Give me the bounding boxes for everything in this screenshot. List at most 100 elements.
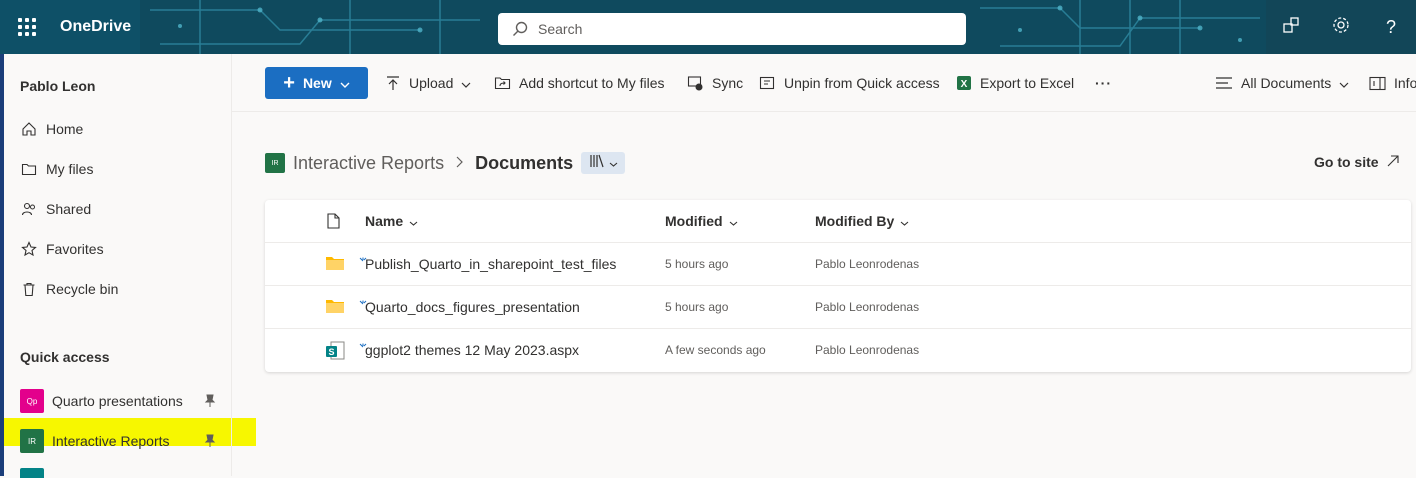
more-actions-button[interactable]: ··· [1095,72,1112,94]
table-row[interactable]: Publish_Quarto_in_sharepoint_test_files … [265,243,1411,286]
app-name[interactable]: OneDrive [60,18,131,36]
nav-item-label: Shared [46,201,92,217]
arrow-up-right-icon [1387,154,1399,170]
column-header-label: Modified By [815,213,895,229]
file-name[interactable]: Publish_Quarto_in_sharepoint_test_files [365,256,616,272]
left-nav: Pablo Leon Home My files Shared Favorite… [4,54,232,478]
trash-icon [20,280,38,298]
star-icon [20,240,38,258]
table-row[interactable]: S ggplot2 themes 12 May 2023.aspx A few … [265,329,1411,372]
quick-access-label: Interactive Reports [52,433,170,449]
modified-by-cell[interactable]: Pablo Leonrodenas [815,300,919,314]
sync-icon [687,75,704,91]
info-button[interactable]: Info [1369,72,1416,94]
info-pane-icon [1369,76,1386,91]
quick-access-item-interactive-reports[interactable]: IR Interactive Reports [20,427,170,455]
site-logo-icon: IR [265,153,285,173]
table-row[interactable]: Quarto_docs_figures_presentation 5 hours… [265,286,1411,329]
people-icon [20,200,38,218]
upload-icon [385,75,401,91]
search-box[interactable]: Search [498,13,966,45]
app-launcher-icon[interactable] [18,18,36,36]
sync-button[interactable]: Sync [687,72,743,94]
folder-icon [20,160,38,178]
upload-button[interactable]: Upload [385,72,471,94]
pin-icon[interactable] [204,394,216,411]
pin-icon[interactable] [204,434,216,451]
add-shortcut-button[interactable]: Add shortcut to My files [494,72,665,94]
breadcrumb: IR Interactive Reports Documents [265,150,626,176]
chevron-down-icon [900,213,909,229]
file-name[interactable]: ggplot2 themes 12 May 2023.aspx [365,342,579,358]
chevron-down-icon [409,213,418,229]
column-header-label: Modified [665,213,723,229]
svg-text:S: S [328,347,334,357]
gear-icon[interactable] [1326,16,1356,39]
nav-item-favorites[interactable]: Favorites [20,237,104,261]
file-list: Name Modified Modified By Publish_Quarto… [265,200,1411,372]
nav-item-label: Favorites [46,241,104,257]
folder-icon [325,298,345,319]
export-to-excel-button[interactable]: X Export to Excel [956,72,1074,94]
view-label: All Documents [1241,75,1332,91]
site-avatar: IR [20,429,44,453]
command-bar: + New Upload Add shortcut to My files Sy… [232,54,1416,112]
excel-icon: X [956,75,972,91]
modified-cell: 5 hours ago [665,300,729,314]
library-switcher-button[interactable] [581,152,626,174]
shortcut-icon [494,75,511,91]
file-type-icon[interactable] [327,213,340,234]
nav-item-home[interactable]: Home [20,117,83,141]
export-label: Export to Excel [980,75,1075,91]
chevron-down-icon [340,75,350,91]
chevron-down-icon [609,154,618,172]
modified-by-cell[interactable]: Pablo Leonrodenas [815,257,919,271]
user-name: Pablo Leon [20,78,96,94]
column-header-modified-by[interactable]: Modified By [815,213,909,229]
help-icon[interactable]: ? [1376,17,1406,38]
library-icon [589,154,605,173]
nav-item-shared[interactable]: Shared [20,197,91,221]
chevron-right-icon [456,155,463,171]
nav-item-recycle-bin[interactable]: Recycle bin [20,277,118,301]
column-header-modified[interactable]: Modified [665,213,738,229]
breadcrumb-library: Documents [475,152,574,173]
sync-label: Sync [712,75,744,91]
modified-by-cell[interactable]: Pablo Leonrodenas [815,343,919,357]
nav-item-my-files[interactable]: My files [20,157,93,181]
feedback-icon[interactable] [1276,16,1306,39]
search-input[interactable]: Search [538,21,582,37]
unpin-button[interactable]: Unpin from Quick access [759,72,940,94]
breadcrumb-site[interactable]: Interactive Reports [293,153,444,174]
unpin-icon [759,75,776,91]
column-header-label: Name [365,213,404,229]
list-view-icon [1215,76,1233,90]
chevron-down-icon [461,75,471,91]
svg-text:X: X [961,79,968,90]
folder-icon [325,255,345,276]
nav-item-label: Recycle bin [46,281,119,297]
header-actions: ? [1266,0,1416,54]
unpin-label: Unpin from Quick access [784,75,940,91]
app-launcher-area: OneDrive [0,0,140,54]
add-shortcut-label: Add shortcut to My files [519,75,665,91]
new-button[interactable]: + New [265,67,368,99]
upload-label: Upload [409,75,454,91]
quick-access-title: Quick access [20,349,110,365]
search-icon [513,21,528,36]
modified-cell: A few seconds ago [665,343,766,357]
file-name[interactable]: Quarto_docs_figures_presentation [365,299,580,315]
site-avatar: Qp [20,389,44,413]
view-selector[interactable]: All Documents [1215,72,1349,94]
site-avatar-partial [20,468,44,478]
file-list-header: Name Modified Modified By [265,200,1411,243]
plus-icon: + [283,72,295,94]
column-header-name[interactable]: Name [365,213,418,229]
chevron-down-icon [1339,75,1349,91]
nav-item-label: Home [46,121,84,137]
sharepoint-page-icon: S [325,341,345,366]
go-to-site-link[interactable]: Go to site [1314,154,1399,170]
home-icon [20,120,38,138]
quick-access-item-quarto[interactable]: Qp Quarto presentations [20,387,183,415]
chevron-down-icon [729,213,738,229]
